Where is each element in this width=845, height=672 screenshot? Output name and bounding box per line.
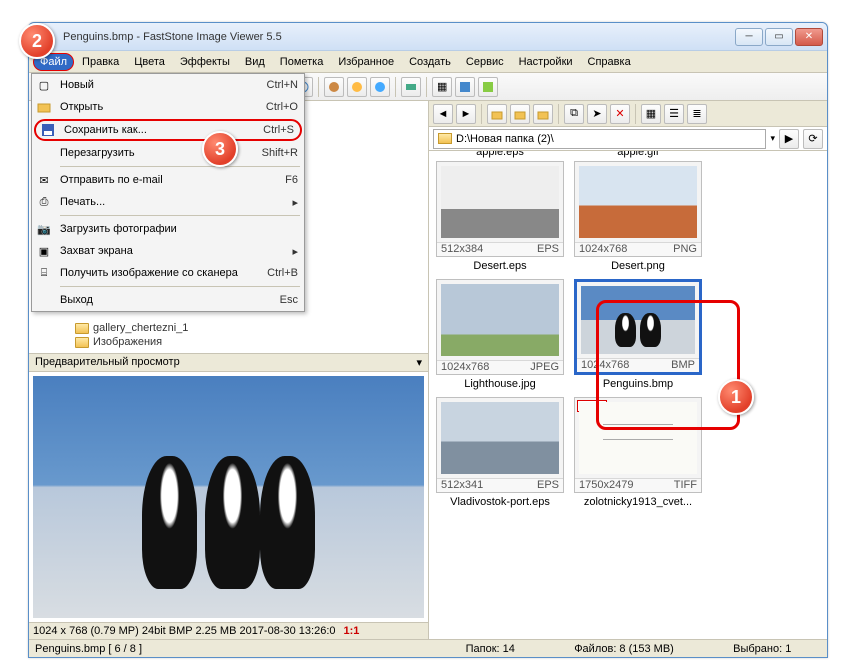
menu-mark[interactable]: Пометка — [273, 53, 331, 71]
menu-favorites[interactable]: Избранное — [331, 53, 401, 71]
view-large-icon[interactable]: ▦ — [641, 104, 661, 124]
thumbnail[interactable]: 272 P1750x2479TIFF zolotnicky1913_cvet..… — [573, 397, 703, 511]
copy-icon[interactable]: ⧉ — [564, 104, 584, 124]
tool-icon[interactable]: ▦ — [432, 77, 452, 97]
preview-header: Предварительный просмотр▾ — [29, 353, 428, 372]
browser-toolbar: ◄ ► ⧉ ➤ ✕ ▦ ☰ ≣ — [429, 101, 827, 127]
view-list-icon[interactable]: ☰ — [664, 104, 684, 124]
close-button[interactable]: ✕ — [795, 28, 823, 46]
delete-icon[interactable]: ✕ — [610, 104, 630, 124]
menu-exit[interactable]: ВыходEsc — [32, 289, 304, 311]
thumb-name: apple.eps — [476, 151, 524, 161]
back-icon[interactable]: ◄ — [433, 104, 453, 124]
refresh-icon[interactable]: ⟳ — [803, 129, 823, 149]
menubar: Файл Правка Цвета Эффекты Вид Пометка Из… — [29, 51, 827, 73]
tool-icon[interactable] — [370, 77, 390, 97]
window-title: Penguins.bmp - FastStone Image Viewer 5.… — [33, 31, 735, 43]
menu-effects[interactable]: Эффекты — [173, 53, 237, 71]
mail-icon: ✉ — [36, 172, 52, 188]
menu-screen-capture[interactable]: ▣Захват экрана▸ — [32, 240, 304, 262]
menu-new[interactable]: ▢НовыйCtrl+N — [32, 74, 304, 96]
thumbnail-grid: apple.eps apple.gif 512x384EPS Desert.ep… — [429, 151, 827, 639]
path-bar: D:\Новая папка (2)\ ▾ ▶ ⟳ — [429, 127, 827, 151]
tree-item[interactable]: Изображения — [35, 335, 422, 349]
menu-settings[interactable]: Настройки — [512, 53, 580, 71]
file-menu-dropdown: ▢НовыйCtrl+N ОткрытьCtrl+O Сохранить как… — [31, 73, 305, 312]
tree-item[interactable]: gallery_chertezni_1 — [35, 321, 422, 335]
folder-icon[interactable] — [533, 104, 553, 124]
callout-2: 2 — [19, 23, 55, 59]
tool-icon[interactable] — [324, 77, 344, 97]
new-icon: ▢ — [36, 77, 52, 93]
menu-view[interactable]: Вид — [238, 53, 272, 71]
menu-download-photos[interactable]: 📷Загрузить фотографии — [32, 218, 304, 240]
tool-icon[interactable] — [347, 77, 367, 97]
menu-edit[interactable]: Правка — [75, 53, 126, 71]
up-folder-icon[interactable] — [487, 104, 507, 124]
open-icon — [36, 99, 52, 115]
tool-icon[interactable] — [455, 77, 475, 97]
menu-service[interactable]: Сервис — [459, 53, 511, 71]
app-window: Penguins.bmp - FastStone Image Viewer 5.… — [28, 22, 828, 658]
tool-icon[interactable] — [401, 77, 421, 97]
thumbnail-selected[interactable]: 1024x768BMP Penguins.bmp — [573, 279, 703, 393]
menu-create[interactable]: Создать — [402, 53, 458, 71]
thumb-name: apple.gif — [617, 151, 659, 161]
thumbnail[interactable]: 512x341EPS Vladivostok-port.eps — [435, 397, 565, 511]
right-pane: ◄ ► ⧉ ➤ ✕ ▦ ☰ ≣ D:\Новая папка (2)\ — [429, 101, 827, 639]
scanner-icon: ⌸ — [36, 265, 52, 281]
menu-save-as[interactable]: Сохранить как...Ctrl+S — [34, 119, 302, 141]
menu-print[interactable]: ⎙Печать...▸ — [32, 191, 304, 213]
path-input[interactable]: D:\Новая папка (2)\ — [433, 129, 766, 149]
print-icon: ⎙ — [36, 194, 52, 210]
preview-image[interactable] — [29, 372, 428, 622]
tool-icon[interactable] — [478, 77, 498, 97]
thumbnail[interactable]: 1024x768JPEG Lighthouse.jpg — [435, 279, 565, 393]
menu-email[interactable]: ✉Отправить по e-mailF6 — [32, 169, 304, 191]
callout-1: 1 — [718, 379, 754, 415]
menu-help[interactable]: Справка — [581, 53, 638, 71]
menu-reload[interactable]: ПерезагрузитьShift+R — [32, 142, 304, 164]
folder-icon[interactable] — [510, 104, 530, 124]
forward-icon[interactable]: ► — [456, 104, 476, 124]
save-icon — [40, 122, 56, 138]
statusbar-right: Папок: 14 Файлов: 8 (153 MB) Выбрано: 1 — [430, 639, 827, 657]
image-info-bar: 1024 x 768 (0.79 MP) 24bit BMP 2.25 MB 2… — [29, 622, 428, 639]
menu-open[interactable]: ОткрытьCtrl+O — [32, 96, 304, 118]
capture-icon: ▣ — [36, 243, 52, 259]
camera-icon: 📷 — [36, 221, 52, 237]
thumbnail[interactable]: 512x384EPS Desert.eps — [435, 161, 565, 275]
titlebar: Penguins.bmp - FastStone Image Viewer 5.… — [29, 23, 827, 51]
view-detail-icon[interactable]: ≣ — [687, 104, 707, 124]
menu-colors[interactable]: Цвета — [127, 53, 172, 71]
move-icon[interactable]: ➤ — [587, 104, 607, 124]
thumbnail[interactable]: 1024x768PNG Desert.png — [573, 161, 703, 275]
go-icon[interactable]: ▶ — [779, 129, 799, 149]
minimize-button[interactable]: ─ — [735, 28, 763, 46]
menu-scanner[interactable]: ⌸Получить изображение со сканераCtrl+B — [32, 262, 304, 284]
maximize-button[interactable]: ▭ — [765, 28, 793, 46]
callout-3: 3 — [202, 131, 238, 167]
